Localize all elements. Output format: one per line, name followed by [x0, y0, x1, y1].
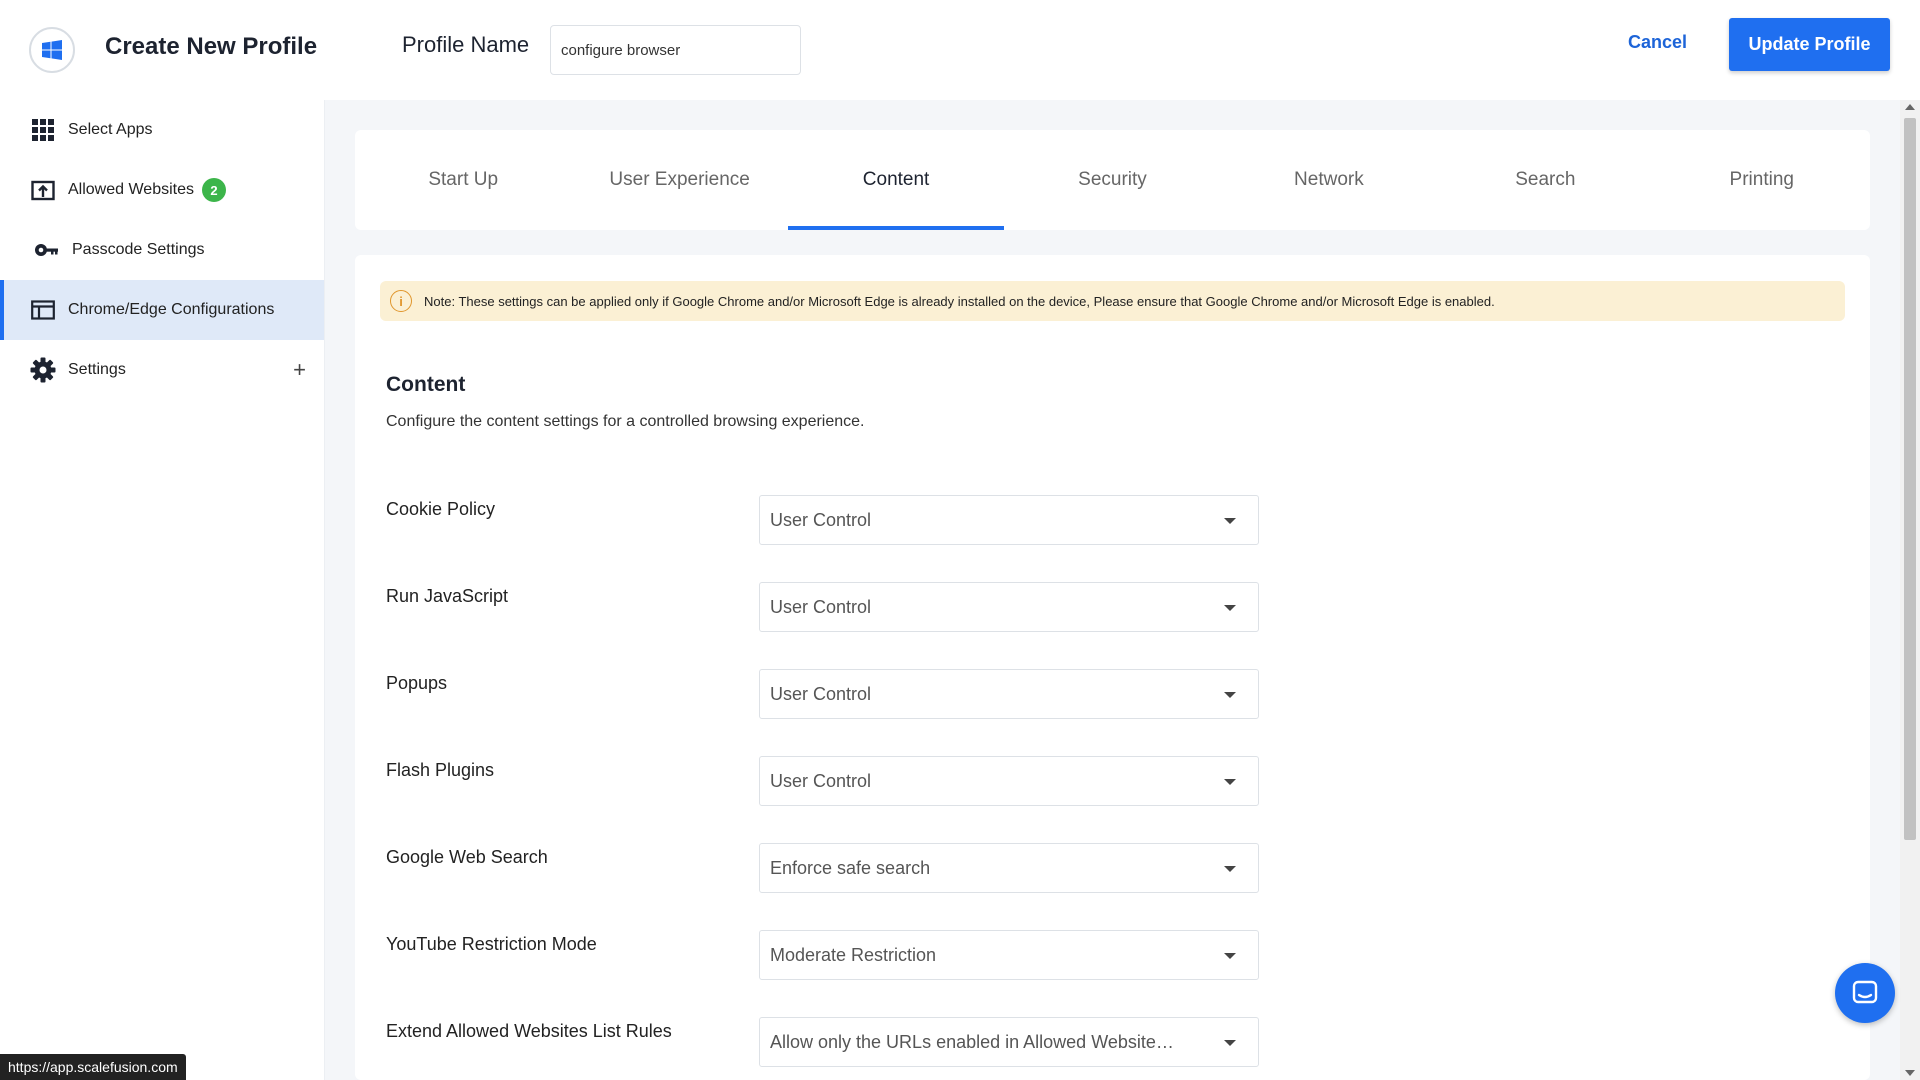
- page-title: Create New Profile: [105, 33, 318, 60]
- youtube-restriction-select[interactable]: Moderate Restriction: [759, 930, 1259, 980]
- settings-tabs: Start Up User Experience Content Securit…: [355, 130, 1870, 230]
- tab-user-experience[interactable]: User Experience: [571, 130, 787, 230]
- sidebar: Select Apps Allowed Websites 2 Passcode …: [0, 100, 325, 1080]
- sidebar-item-label: Allowed Websites: [68, 181, 194, 198]
- extend-allowed-websites-select[interactable]: Allow only the URLs enabled in Allowed W…: [759, 1017, 1259, 1067]
- section-title: Content: [386, 373, 466, 396]
- gear-icon: [30, 357, 56, 383]
- sidebar-item-label: Passcode Settings: [72, 241, 205, 258]
- sidebar-item-label: Select Apps: [68, 121, 153, 138]
- browser-window-icon: [30, 297, 56, 323]
- flash-plugins-select[interactable]: User Control: [759, 756, 1259, 806]
- windows-logo-icon: [29, 27, 75, 73]
- caret-down-icon: [1224, 779, 1236, 785]
- tab-network[interactable]: Network: [1221, 130, 1437, 230]
- sidebar-item-passcode-settings[interactable]: Passcode Settings: [0, 220, 324, 280]
- setting-row-google-web-search: Google Web Search Enforce safe search: [386, 843, 1286, 893]
- caret-down-icon: [1224, 692, 1236, 698]
- run-javascript-select[interactable]: User Control: [759, 582, 1259, 632]
- setting-row-run-javascript: Run JavaScript User Control: [386, 582, 1286, 632]
- setting-label: Flash Plugins: [386, 760, 495, 780]
- expand-plus-icon[interactable]: +: [293, 357, 306, 383]
- sidebar-item-settings[interactable]: Settings +: [0, 340, 324, 400]
- caret-down-icon: [1224, 605, 1236, 611]
- select-value: Moderate Restriction: [770, 944, 937, 965]
- caret-down-icon: [1224, 866, 1236, 872]
- scroll-down-arrow-icon[interactable]: [1905, 1070, 1915, 1076]
- setting-label: Cookie Policy: [386, 499, 496, 519]
- upload-icon: [30, 177, 56, 203]
- popups-select[interactable]: User Control: [759, 669, 1259, 719]
- caret-down-icon: [1224, 518, 1236, 524]
- chat-support-button[interactable]: [1835, 963, 1895, 1023]
- profile-name-label: Profile Name: [402, 32, 530, 57]
- setting-row-cookie-policy: Cookie Policy User Control: [386, 495, 1286, 545]
- tab-search[interactable]: Search: [1437, 130, 1653, 230]
- section-description: Configure the content settings for a con…: [386, 413, 865, 430]
- chat-icon: [1852, 980, 1878, 1004]
- sidebar-item-select-apps[interactable]: Select Apps: [0, 100, 324, 160]
- setting-label: Google Web Search: [386, 847, 548, 867]
- note-text: Note: These settings can be applied only…: [424, 293, 1495, 309]
- key-icon: [34, 237, 60, 263]
- setting-row-popups: Popups User Control: [386, 669, 1286, 719]
- sidebar-item-label: Settings: [68, 361, 126, 378]
- status-bar-url: https://app.scalefusion.com: [0, 1054, 186, 1080]
- setting-label: Run JavaScript: [386, 586, 509, 606]
- content-panel: i Note: These settings can be applied on…: [355, 255, 1870, 1080]
- page-scrollbar[interactable]: [1900, 100, 1920, 1080]
- info-icon: i: [390, 290, 412, 312]
- select-value: User Control: [770, 770, 872, 791]
- setting-label: Extend Allowed Websites List Rules: [386, 1021, 672, 1041]
- select-value: Enforce safe search: [770, 857, 931, 878]
- tab-start-up[interactable]: Start Up: [355, 130, 571, 230]
- grid-icon: [30, 117, 56, 143]
- count-badge: 2: [201, 178, 226, 202]
- caret-down-icon: [1224, 953, 1236, 959]
- setting-row-extend-allowed-websites: Extend Allowed Websites List Rules Allow…: [386, 1017, 1286, 1067]
- sidebar-item-label: Chrome/Edge Configurations: [68, 301, 275, 318]
- scrollbar-thumb[interactable]: [1904, 118, 1916, 840]
- scroll-up-arrow-icon[interactable]: [1905, 104, 1915, 110]
- setting-label: YouTube Restriction Mode: [386, 934, 597, 954]
- select-value: User Control: [770, 509, 872, 530]
- tab-security[interactable]: Security: [1004, 130, 1220, 230]
- top-bar: Create New Profile Profile Name Cancel U…: [0, 0, 1920, 100]
- caret-down-icon: [1224, 1040, 1236, 1046]
- setting-label: Popups: [386, 673, 448, 693]
- tab-content[interactable]: Content: [787, 130, 1005, 230]
- setting-row-flash-plugins: Flash Plugins User Control: [386, 756, 1286, 806]
- sidebar-item-allowed-websites[interactable]: Allowed Websites 2: [0, 160, 324, 220]
- select-value: User Control: [770, 596, 872, 617]
- tab-printing[interactable]: Printing: [1654, 130, 1870, 230]
- update-profile-button[interactable]: Update Profile: [1729, 18, 1890, 71]
- setting-row-youtube-restriction-mode: YouTube Restriction Mode Moderate Restri…: [386, 930, 1286, 980]
- sidebar-item-chrome-edge-configurations[interactable]: Chrome/Edge Configurations: [0, 280, 324, 340]
- select-value: Allow only the URLs enabled in Allowed W…: [770, 1031, 1174, 1052]
- select-value: User Control: [770, 683, 872, 704]
- cancel-button[interactable]: Cancel: [1628, 32, 1687, 53]
- google-web-search-select[interactable]: Enforce safe search: [759, 843, 1259, 893]
- profile-name-input[interactable]: [550, 25, 801, 75]
- note-banner: i Note: These settings can be applied on…: [380, 281, 1845, 321]
- cookie-policy-select[interactable]: User Control: [759, 495, 1259, 545]
